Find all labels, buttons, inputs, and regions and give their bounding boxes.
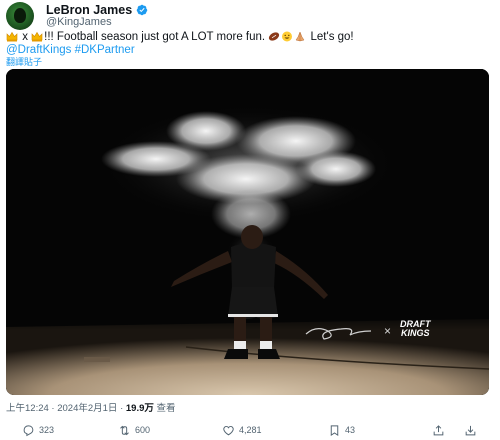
crown-emoji-icon xyxy=(6,31,18,42)
tweet-actions-bar: 323 600 4,281 43 xyxy=(6,421,490,439)
crown-emoji-icon-2 xyxy=(31,31,43,42)
heart-icon xyxy=(223,425,234,435)
tweet-text-x: x xyxy=(19,31,32,43)
hashtag-link[interactable]: #DKPartner xyxy=(75,44,135,56)
brand-separator: × xyxy=(384,324,392,338)
profile-avatar[interactable] xyxy=(6,2,34,30)
repost-icon xyxy=(120,425,129,435)
user-handle[interactable]: @KingJames xyxy=(46,16,112,28)
draftkings-logo-line-2: KINGS xyxy=(400,328,430,338)
tweet-text-line-1: x !!! Football season just got A LOT mor… xyxy=(6,31,354,44)
bookmark-button[interactable]: 43 xyxy=(328,421,355,439)
tweet-meta: 上午12:24 · 2024年2月1日 · 19.9万 查看 xyxy=(6,400,176,414)
football-emoji-icon xyxy=(269,32,280,41)
display-name[interactable]: LeBron James xyxy=(46,3,132,17)
tweet-text-main: !!! Football season just got A LOT more … xyxy=(44,31,269,43)
share-icon xyxy=(433,424,444,435)
like-button[interactable]: 4,281 xyxy=(222,421,262,439)
grinning-emoji-icon xyxy=(282,31,293,42)
views-count: 19.9万 xyxy=(125,403,154,414)
share-button[interactable] xyxy=(432,421,449,439)
reply-count: 323 xyxy=(39,425,55,435)
tweet-date[interactable]: 2024年2月1日 xyxy=(57,403,117,414)
name-row: LeBron James xyxy=(46,3,148,17)
bookmark-count: 43 xyxy=(345,425,356,435)
repost-count: 600 xyxy=(135,425,151,435)
mention-link[interactable]: @DraftKings xyxy=(6,44,71,56)
bookmark-icon xyxy=(330,424,339,436)
repost-button[interactable]: 600 xyxy=(118,421,150,439)
meta-separator-2: · xyxy=(120,403,124,414)
download-icon xyxy=(465,425,476,435)
tweet-media-image[interactable]: × DRAFT KINGS xyxy=(6,69,489,395)
reply-button[interactable]: 323 xyxy=(22,421,54,439)
draftkings-logo: DRAFT KINGS xyxy=(400,320,431,338)
translate-post-link[interactable]: 翻譯貼子 xyxy=(6,56,42,69)
tweet-header: LeBron James @KingJames xyxy=(6,2,494,30)
tweet-time[interactable]: 上午12:24 xyxy=(6,403,49,414)
like-count: 4,281 xyxy=(239,425,262,435)
media-photo xyxy=(6,69,489,395)
views-label: 查看 xyxy=(156,403,176,414)
verified-badge-icon[interactable] xyxy=(136,4,148,16)
tweet-text-end: Let's go! xyxy=(307,31,354,43)
praying-hands-emoji-icon xyxy=(295,31,305,42)
meta-separator: · xyxy=(51,403,55,414)
reply-icon xyxy=(23,424,34,436)
download-button[interactable] xyxy=(464,421,481,439)
